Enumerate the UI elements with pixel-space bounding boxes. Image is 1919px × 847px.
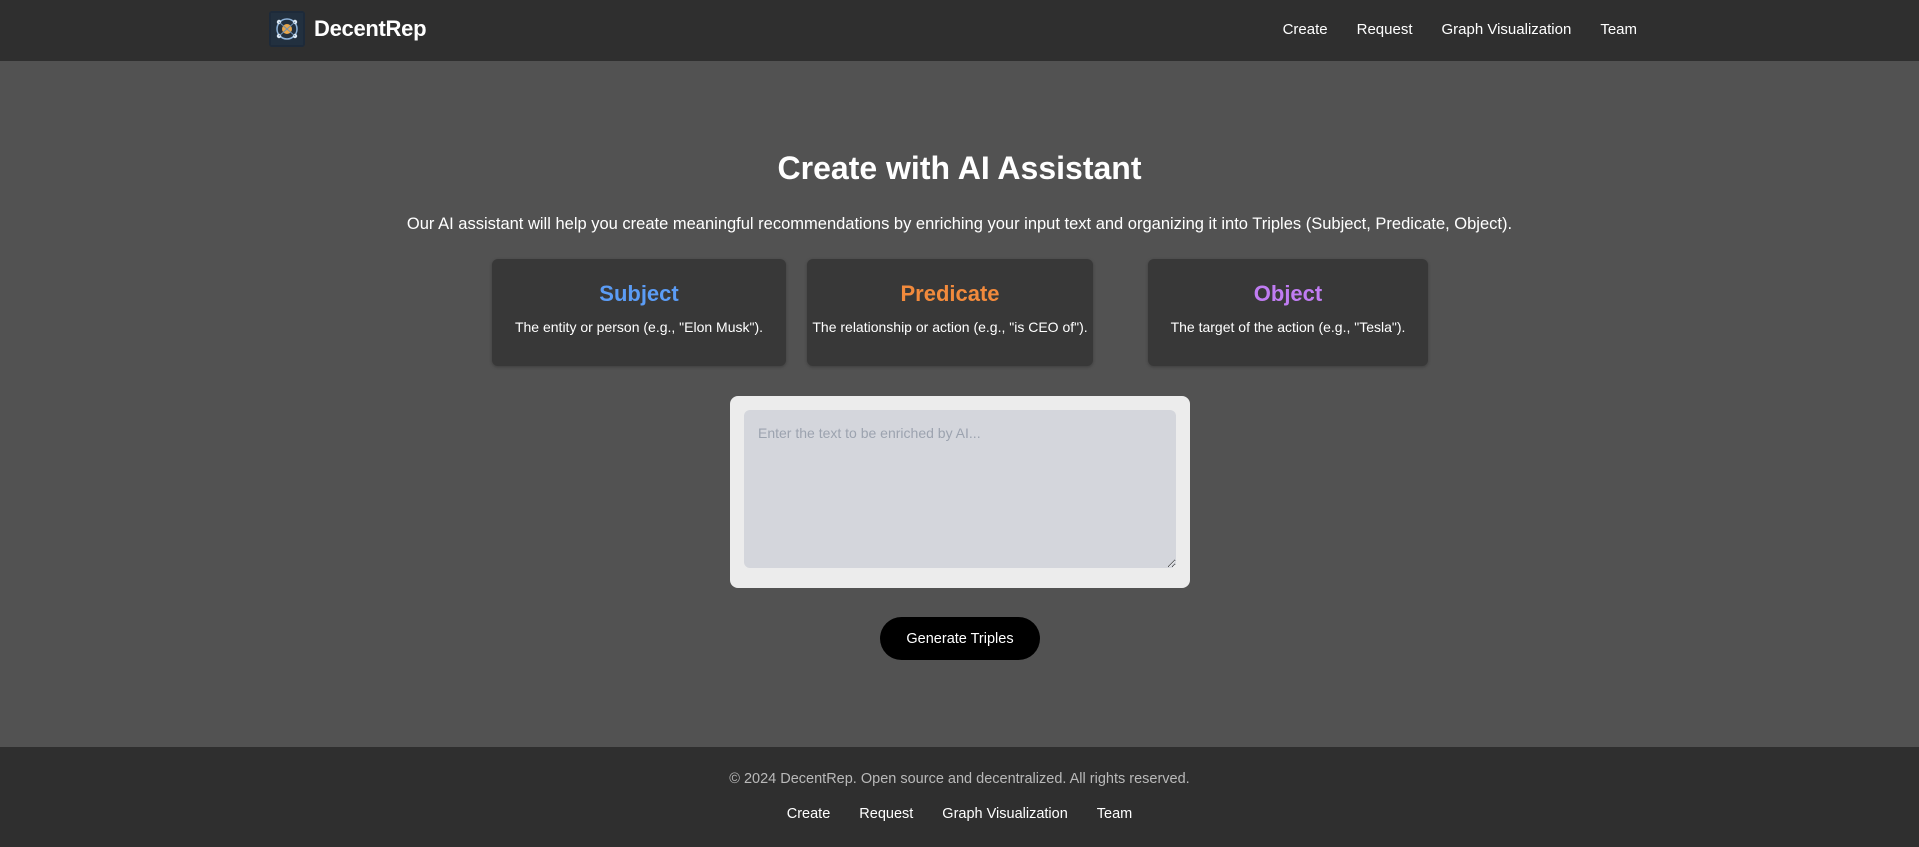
footer-team-link[interactable]: Team bbox=[1097, 806, 1132, 822]
brand-name: DecentRep bbox=[314, 16, 427, 41]
input-panel bbox=[730, 396, 1190, 588]
generate-triples-button[interactable]: Generate Triples bbox=[880, 617, 1040, 660]
nav-request-link[interactable]: Request bbox=[1357, 21, 1413, 38]
footer: © 2024 DecentRep. Open source and decent… bbox=[0, 747, 1919, 847]
object-card-description: The target of the action (e.g., "Tesla")… bbox=[1170, 319, 1406, 335]
predicate-card-description: The relationship or action (e.g., "is CE… bbox=[812, 319, 1088, 335]
page-intro: Our AI assistant will help you create me… bbox=[406, 215, 1513, 233]
predicate-card: Predicate The relationship or action (e.… bbox=[807, 259, 1093, 366]
top-navbar: DecentRep Create Request Graph Visualiza… bbox=[0, 0, 1919, 61]
nav-create-link[interactable]: Create bbox=[1283, 21, 1328, 38]
main-nav: Create Request Graph Visualization Team bbox=[1283, 0, 1637, 58]
footer-graph-visualization-link[interactable]: Graph Visualization bbox=[942, 806, 1067, 822]
footer-nav: Create Request Graph Visualization Team bbox=[0, 806, 1919, 822]
footer-create-link[interactable]: Create bbox=[787, 806, 831, 822]
object-card-title: Object bbox=[1253, 281, 1323, 306]
decentrep-logo-icon bbox=[269, 11, 305, 47]
footer-request-link[interactable]: Request bbox=[859, 806, 913, 822]
object-card: Object The target of the action (e.g., "… bbox=[1148, 259, 1428, 366]
subject-card-description: The entity or person (e.g., "Elon Musk")… bbox=[514, 319, 764, 335]
nav-graph-visualization-link[interactable]: Graph Visualization bbox=[1442, 21, 1572, 38]
footer-copyright: © 2024 DecentRep. Open source and decent… bbox=[729, 771, 1190, 787]
brand-link[interactable]: DecentRep bbox=[269, 10, 427, 48]
enrich-text-input[interactable] bbox=[744, 410, 1176, 568]
subject-card: Subject The entity or person (e.g., "Elo… bbox=[492, 259, 786, 366]
page-title: Create with AI Assistant bbox=[777, 150, 1142, 186]
subject-card-title: Subject bbox=[599, 281, 679, 306]
predicate-card-title: Predicate bbox=[900, 281, 1000, 306]
nav-team-link[interactable]: Team bbox=[1600, 21, 1637, 38]
